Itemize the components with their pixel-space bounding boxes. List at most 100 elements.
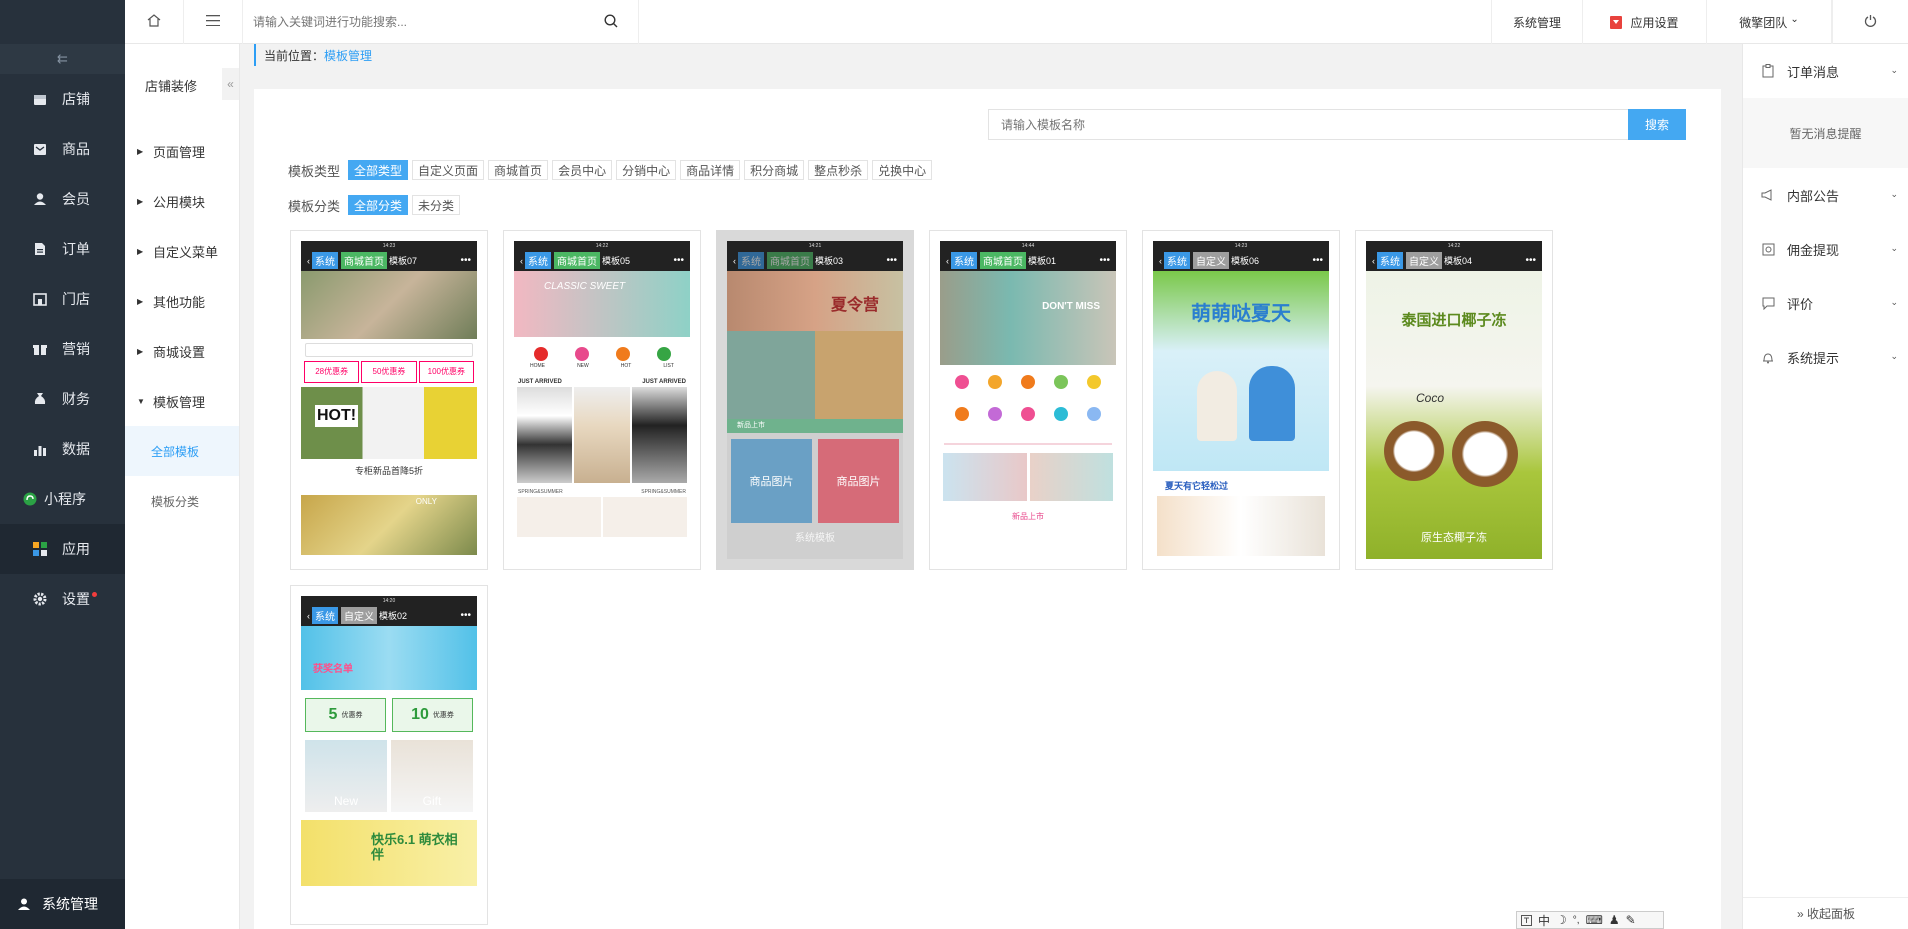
hero-title: 获奖名单 xyxy=(313,664,353,675)
list-icon xyxy=(656,347,671,361)
home-icon xyxy=(147,14,161,30)
chevron-down-icon: ⌄ xyxy=(1890,351,1898,361)
sidebar-item-finance[interactable]: 财务 xyxy=(0,374,125,424)
filter-chip[interactable]: 积分商城 xyxy=(744,160,805,180)
filter-chip[interactable]: 自定义页面 xyxy=(412,160,485,180)
filter-chip[interactable]: 整点秒杀 xyxy=(808,160,869,180)
template-category-filter: 模板分类 全部分类 未分类 xyxy=(288,195,464,215)
filter-chip[interactable]: 全部分类 xyxy=(348,195,409,215)
template-card[interactable]: 14:20 ‹ 系统 自定义 模板02 ••• 获奖名单 5 优惠券 10 优惠… xyxy=(290,585,488,925)
filter-chip[interactable]: 未分类 xyxy=(412,195,461,215)
photo-row: New Gift xyxy=(301,740,477,812)
sidebar-item-store[interactable]: 店铺 xyxy=(0,74,125,124)
breadcrumb-current[interactable]: 模板管理 xyxy=(324,47,372,64)
new-arrival-label: 新品上市 xyxy=(1012,512,1044,521)
template-card[interactable]: 14:21 ‹ 系统 商城首页 模板03 ••• 夏令营 新品上市 商品图片 商… xyxy=(716,230,914,570)
sidebar-item-goods[interactable]: 商品 xyxy=(0,124,125,174)
phone-status-bar: 14:21 xyxy=(727,241,903,250)
menu-button[interactable] xyxy=(184,0,243,44)
sidebar-item-apps[interactable]: 应用 xyxy=(0,524,125,574)
icon-label: NEW xyxy=(577,363,589,369)
system-tips-section[interactable]: 系统提示 ⌄ xyxy=(1743,330,1908,384)
comment-icon xyxy=(1761,296,1775,310)
subnav-child-all-templates[interactable]: 全部模板 xyxy=(125,426,239,476)
banner-image xyxy=(943,453,1027,501)
ime-mode[interactable]: 中 xyxy=(1538,912,1550,929)
keyboard-icon[interactable]: ⌨ xyxy=(1586,913,1603,927)
system-tag: 系统 xyxy=(525,252,551,269)
subnav-item-mall-settings[interactable]: ▶ 商城设置 xyxy=(125,326,239,376)
subnav-item-label: 模板管理 xyxy=(153,394,206,410)
template-preview: 14:23 ‹ 系统 商城首页 模板07 ••• 28优惠券 50优惠券 100… xyxy=(301,241,477,559)
app-settings-link[interactable]: 应用设置 xyxy=(1583,0,1707,44)
type-tag: 自定义 xyxy=(1193,252,1229,269)
template-card[interactable]: 14:22 ‹ 系统 商城首页 模板05 ••• CLASSIC SWEET H… xyxy=(503,230,701,570)
subnav-item-public-modules[interactable]: ▶ 公用模块 xyxy=(125,176,239,226)
collapse-panel-button[interactable]: » 收起面板 xyxy=(1743,897,1908,929)
function-search xyxy=(243,0,639,44)
subnav-item-template-manage[interactable]: ▼ 模板管理 xyxy=(125,376,239,426)
sidebar-collapse-toggle[interactable]: ⇇ xyxy=(0,44,125,74)
user-icon[interactable]: ♟ xyxy=(1609,913,1620,927)
sidebar-item-member[interactable]: 会员 xyxy=(0,174,125,224)
template-preview: 14:23 ‹ 系统 自定义 模板06 ••• 萌萌哒夏天 夏天有它轻松过 xyxy=(1153,241,1329,559)
sidebar-item-marketing[interactable]: 营销 xyxy=(0,324,125,374)
template-card[interactable]: 14:22 ‹ 系统 自定义 模板04 ••• 泰国进口椰子冻 Coco 原生态… xyxy=(1355,230,1553,570)
subnav-child-template-categories[interactable]: 模板分类 xyxy=(125,476,239,526)
bar-chart-icon xyxy=(32,441,48,457)
filter-chip[interactable]: 商品详情 xyxy=(680,160,741,180)
banner-image xyxy=(1029,453,1113,501)
filter-chip[interactable]: 商城首页 xyxy=(488,160,549,180)
ime-logo-icon xyxy=(1521,914,1532,926)
bottom-image: ONLY xyxy=(301,495,477,555)
home-button[interactable] xyxy=(125,0,184,44)
filter-chip[interactable]: 全部类型 xyxy=(348,160,409,180)
sidebar-system-manage[interactable]: 系统管理 xyxy=(0,879,125,929)
more-icon: ••• xyxy=(1312,255,1323,266)
sidebar-item-data[interactable]: 数据 xyxy=(0,424,125,474)
sidebar-item-shop[interactable]: 门店 xyxy=(0,274,125,324)
fold-subnav-button[interactable]: « xyxy=(222,68,239,100)
more-icon: ••• xyxy=(886,255,897,266)
order-messages-section[interactable]: 订单消息 ⌄ xyxy=(1743,44,1908,98)
template-card[interactable]: 14:44 ‹ 系统 商城首页 模板01 ••• DON'T MISS 新品上市 xyxy=(929,230,1127,570)
review-section[interactable]: 评价 ⌄ xyxy=(1743,276,1908,330)
logout-button[interactable] xyxy=(1832,0,1908,44)
filter-chip[interactable]: 分销中心 xyxy=(616,160,677,180)
category-icon xyxy=(955,407,970,421)
type-tag: 商城首页 xyxy=(554,252,600,269)
punctuation-icon[interactable]: °, xyxy=(1573,915,1580,926)
subnav-item-page-manage[interactable]: ▶ 页面管理 xyxy=(125,126,239,176)
system-manage-link[interactable]: 系统管理 xyxy=(1491,0,1583,44)
sidebar-item-order[interactable]: 订单 xyxy=(0,224,125,274)
subnav-item-other[interactable]: ▶ 其他功能 xyxy=(125,276,239,326)
order-icon xyxy=(32,241,48,257)
function-search-input[interactable] xyxy=(253,12,593,32)
sidebar-item-settings[interactable]: 设置 xyxy=(0,574,125,624)
team-dropdown[interactable]: 微擎团队 ⌄ xyxy=(1707,0,1832,44)
subnav-item-custom-menu[interactable]: ▶ 自定义菜单 xyxy=(125,226,239,276)
template-card[interactable]: 14:23 ‹ 系统 商城首页 模板07 ••• 28优惠券 50优惠券 100… xyxy=(290,230,488,570)
more-icon: ••• xyxy=(673,255,684,266)
template-card[interactable]: 14:23 ‹ 系统 自定义 模板06 ••• 萌萌哒夏天 夏天有它轻松过 xyxy=(1142,230,1340,570)
product-image xyxy=(517,387,573,483)
search-button[interactable]: 搜索 xyxy=(1628,109,1686,140)
search-icon[interactable] xyxy=(604,14,618,31)
phone-nav-bar: ‹ 系统 商城首页 模板03 ••• xyxy=(727,250,903,271)
sidebar-item-miniapp[interactable]: 小程序 xyxy=(0,474,125,524)
ime-toolbar[interactable]: 中 ☽ °, ⌨ ♟ ✎ xyxy=(1516,911,1664,929)
moon-icon[interactable]: ☽ xyxy=(1556,913,1567,927)
commission-section[interactable]: 佣金提现 ⌄ xyxy=(1743,222,1908,276)
template-search-input[interactable] xyxy=(989,110,1628,139)
announcement-section[interactable]: 内部公告 ⌄ xyxy=(1743,168,1908,222)
divider xyxy=(944,443,1112,445)
wrench-icon[interactable]: ✎ xyxy=(1626,913,1636,927)
phone-nav-bar: ‹ 系统 自定义 模板06 ••• xyxy=(1153,250,1329,271)
season-row: SPRING&SUMMER SPRING&SUMMER xyxy=(514,483,690,497)
filter-chip[interactable]: 会员中心 xyxy=(552,160,613,180)
filter-chip[interactable]: 兑换中心 xyxy=(872,160,933,180)
arrived-row: JUST ARRIVED JUST ARRIVED xyxy=(514,369,690,387)
hot-label: HOT! xyxy=(315,405,359,427)
chevron-down-icon: ⌄ xyxy=(1790,13,1799,25)
sidebar-item-label: 门店 xyxy=(62,291,90,307)
